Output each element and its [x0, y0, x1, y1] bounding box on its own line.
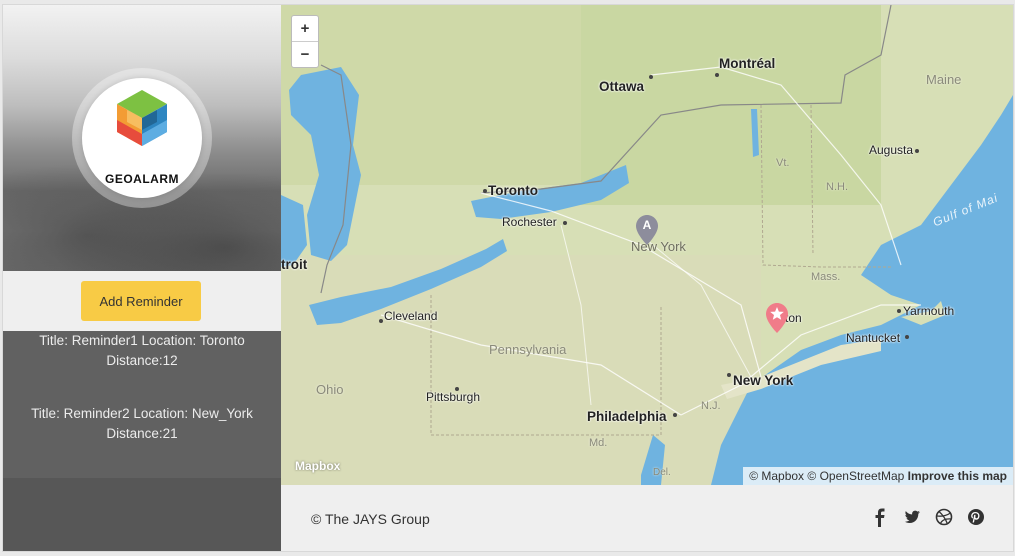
zoom-out-button[interactable]: −: [292, 41, 318, 67]
mapbox-logo[interactable]: Mapbox: [295, 459, 340, 473]
map-label-del: Del.: [653, 467, 671, 478]
reminder-distance: Distance:21: [106, 426, 178, 441]
map-label-detroit: troit: [281, 257, 308, 272]
logo-ring: GEOALARM: [72, 68, 212, 208]
map[interactable]: + − Ottawa Montréal Maine Augusta Vt. N.…: [281, 5, 1013, 485]
map-label-maine: Maine: [926, 72, 962, 87]
logo-text: GEOALARM: [105, 172, 179, 186]
map-label-montreal: Montréal: [719, 56, 776, 71]
twitter-icon[interactable]: [903, 507, 921, 527]
map-attribution: © Mapbox © OpenStreetMap Improve this ma…: [743, 467, 1013, 485]
social-links: [871, 507, 985, 527]
logo: GEOALARM: [82, 78, 202, 198]
map-label-cleveland: Cleveland: [384, 309, 438, 323]
map-label-toronto: Toronto: [488, 183, 538, 198]
app-frame: GEOALARM Add Reminder Title: Reminder1 L…: [2, 4, 1014, 552]
map-marker-star[interactable]: [766, 303, 788, 333]
attribution-mapbox-link[interactable]: © Mapbox: [749, 469, 804, 483]
star-pin-icon: [766, 303, 788, 333]
map-label-pittsburgh: Pittsburgh: [426, 390, 481, 404]
footer: © The JAYS Group: [281, 485, 1013, 551]
dribbble-icon[interactable]: [935, 507, 953, 527]
zoom-control: + −: [291, 15, 319, 68]
map-label-nantucket: Nantucket: [846, 331, 901, 345]
sidebar: GEOALARM Add Reminder Title: Reminder1 L…: [3, 5, 281, 551]
pinterest-icon[interactable]: [967, 507, 985, 527]
list-item[interactable]: Title: Reminder1 Location: Toronto Dista…: [3, 331, 281, 371]
add-reminder-button[interactable]: Add Reminder: [81, 281, 201, 321]
sidebar-bottom: [3, 478, 281, 551]
add-reminder-band: Add Reminder: [3, 271, 281, 331]
zoom-in-button[interactable]: +: [292, 16, 318, 41]
sidebar-hero-image: GEOALARM: [3, 5, 281, 271]
list-item[interactable]: Title: Reminder2 Location: New_York Dist…: [3, 404, 281, 444]
attribution-osm-link[interactable]: © OpenStreetMap: [807, 469, 904, 483]
geoalarm-logo-icon: [117, 90, 167, 146]
map-label-philadelphia: Philadelphia: [587, 409, 667, 424]
map-label-nh: N.H.: [826, 181, 848, 193]
map-label-nj: N.J.: [701, 400, 721, 412]
map-marker-a[interactable]: A: [636, 215, 658, 245]
improve-map-link[interactable]: Improve this map: [908, 469, 1007, 483]
reminder-list: Title: Reminder1 Location: Toronto Dista…: [3, 331, 281, 478]
reminder-distance: Distance:12: [106, 353, 178, 368]
map-label-mass: Mass.: [811, 271, 841, 283]
reminder-title-location: Title: Reminder2 Location: New_York: [31, 406, 253, 421]
map-label-rochester: Rochester: [502, 215, 557, 229]
map-label-md: Md.: [589, 437, 608, 449]
facebook-icon[interactable]: [871, 507, 889, 527]
map-marker-a-label: A: [642, 218, 652, 232]
copyright-text: © The JAYS Group: [311, 511, 430, 527]
map-label-vt: Vt.: [776, 157, 790, 169]
reminder-title-location: Title: Reminder1 Location: Toronto: [39, 333, 245, 348]
map-label-yarmouth: Yarmouth: [903, 304, 955, 318]
map-label-augusta: Augusta: [869, 143, 914, 157]
map-label-new-york-city: New York: [733, 373, 794, 388]
map-label-ohio: Ohio: [316, 382, 344, 397]
map-label-ottawa: Ottawa: [599, 79, 645, 94]
map-label-pennsylvania: Pennsylvania: [489, 342, 567, 357]
